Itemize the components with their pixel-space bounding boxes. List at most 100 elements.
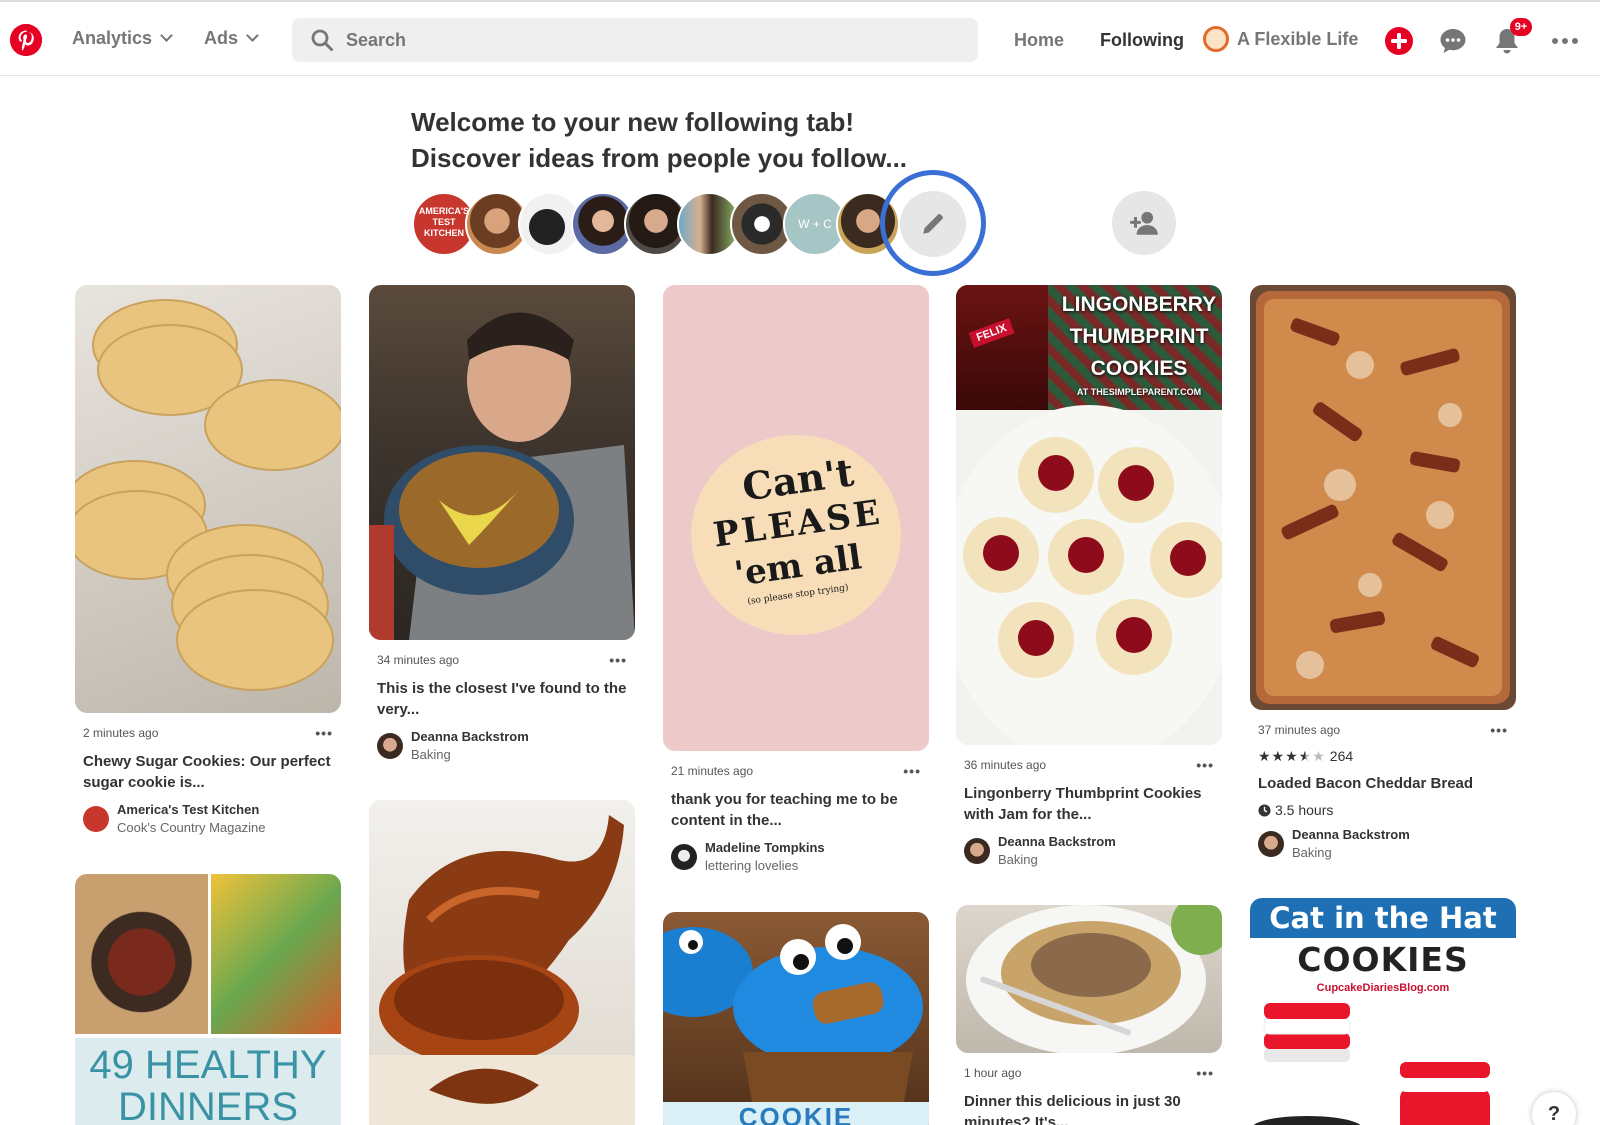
banner-line-2: DINNERS xyxy=(117,1085,299,1125)
avatar xyxy=(964,838,990,864)
pin-card: FELIX LINGONBERRY THUMBPRINT COOKIES AT … xyxy=(956,285,1222,869)
avatar[interactable] xyxy=(836,192,900,256)
create-pin-button[interactable] xyxy=(1384,26,1414,56)
profile-link[interactable]: A Flexible Life xyxy=(1203,26,1358,52)
pin-more-button[interactable]: ••• xyxy=(1196,1065,1214,1081)
pin-attribution[interactable]: Deanna Backstrom Baking xyxy=(1258,826,1508,862)
pin-image[interactable] xyxy=(956,905,1222,1053)
avatar xyxy=(83,806,109,832)
pin-title[interactable]: This is the closest I've found to the ve… xyxy=(377,678,627,720)
welcome-line-1: Welcome to your new following tab! xyxy=(411,107,854,137)
welcome-heading: Welcome to your new following tab! Disco… xyxy=(411,104,907,176)
pin-time-row: 1 hour ago ••• xyxy=(964,1065,1214,1081)
pin-time-row: 21 minutes ago ••• xyxy=(671,763,921,779)
pin-user-name: Madeline Tompkins xyxy=(705,840,825,855)
banner-line-1: 49 HEALTHY xyxy=(89,1043,327,1087)
soup-photo-illustration xyxy=(369,312,635,640)
analytics-dropdown[interactable]: Analytics xyxy=(72,28,173,49)
pin-card: COOKIE MONSTER xyxy=(663,912,929,1125)
more-options-button[interactable] xyxy=(1550,26,1580,56)
avatar-text: AMERICA'S TEST KITCHEN xyxy=(418,206,470,238)
sugar-cookies-illustration xyxy=(75,299,341,691)
add-user-icon xyxy=(1130,211,1158,235)
avatar xyxy=(377,733,403,759)
pin-attribution[interactable]: Deanna Backstrom Baking xyxy=(377,728,627,764)
notification-badge: 9+ xyxy=(1510,18,1532,36)
pin-attribution[interactable]: Deanna Backstrom Baking xyxy=(964,833,1214,869)
top-nav: Analytics Ads Home Following A Flexible … xyxy=(0,2,1600,76)
pin-user-name: America's Test Kitchen xyxy=(117,802,260,817)
pin-more-button[interactable]: ••• xyxy=(609,652,627,668)
pin-image[interactable]: Can't PLEASE 'em all (so please stop try… xyxy=(663,285,929,751)
rating-stars: ★★★★★ 264 xyxy=(1258,748,1508,765)
stars-filled: ★★★ xyxy=(1258,748,1299,764)
following-link[interactable]: Following xyxy=(1100,30,1184,51)
cat-in-hat-cookies-illustration xyxy=(1253,1003,1490,1125)
pin-board-name: Cook's Country Magazine xyxy=(117,820,266,835)
pin-card xyxy=(369,800,635,1125)
profile-name: A Flexible Life xyxy=(1237,28,1359,49)
avatar xyxy=(671,844,697,870)
pin-image[interactable]: FELIX LINGONBERRY THUMBPRINT COOKIES AT … xyxy=(956,285,1222,745)
pin-user-name: Deanna Backstrom xyxy=(1292,827,1410,842)
chili-bowl-photo xyxy=(75,874,208,1034)
avatar xyxy=(1203,26,1229,52)
casserole-photo xyxy=(211,874,341,1034)
clock-icon xyxy=(1258,803,1271,817)
plus-icon xyxy=(1385,27,1413,55)
thumbprint-cookies-illustration xyxy=(956,405,1222,745)
pin-more-button[interactable]: ••• xyxy=(1490,722,1508,738)
chicken-drumstick-illustration xyxy=(369,815,635,1125)
pin-time: 37 minutes ago xyxy=(1258,723,1341,737)
chevron-down-icon xyxy=(246,29,259,42)
stroganoff-plate-illustration xyxy=(966,905,1222,1053)
home-link[interactable]: Home xyxy=(1014,30,1064,51)
help-button[interactable]: ? xyxy=(1532,1092,1576,1125)
pin-image[interactable]: 49 HEALTHY DINNERS xyxy=(75,874,341,1125)
search-icon xyxy=(311,29,333,51)
cook-time-value: 3.5 hours xyxy=(1275,802,1334,818)
pin-more-button[interactable]: ••• xyxy=(315,725,333,741)
pin-board-name: lettering lovelies xyxy=(705,858,799,873)
add-people-button[interactable] xyxy=(1112,191,1176,255)
bacon-cheddar-bread-illustration xyxy=(1256,291,1510,704)
pencil-icon xyxy=(923,214,943,234)
pin-title[interactable]: Chewy Sugar Cookies: Our perfect sugar c… xyxy=(83,751,333,793)
pin-more-button[interactable]: ••• xyxy=(903,763,921,779)
lettering-text: Can't PLEASE 'em all (so please stop try… xyxy=(703,449,893,607)
pinterest-logo[interactable] xyxy=(10,24,42,56)
pin-title[interactable]: Lingonberry Thumbprint Cookies with Jam … xyxy=(964,783,1214,825)
pin-image[interactable]: Cat in the Hat COOKIES CupcakeDiariesBlo… xyxy=(1250,898,1516,1125)
pin-time-row: 34 minutes ago ••• xyxy=(377,652,627,668)
pin-image[interactable] xyxy=(369,285,635,640)
rating-count: 264 xyxy=(1329,748,1354,764)
avatar xyxy=(1258,831,1284,857)
pin-more-button[interactable]: ••• xyxy=(1196,757,1214,773)
pin-attribution[interactable]: America's Test Kitchen Cook's Country Ma… xyxy=(83,801,333,837)
search-bar[interactable] xyxy=(292,18,978,62)
star-empty: ★ xyxy=(1312,748,1326,764)
star-half: ★ xyxy=(1298,748,1313,764)
pin-title[interactable]: Dinner this delicious in just 30 minutes… xyxy=(964,1091,1214,1125)
pin-time: 36 minutes ago xyxy=(964,758,1047,772)
pinterest-p-icon xyxy=(10,24,42,56)
pin-card: 1 hour ago ••• Dinner this delicious in … xyxy=(956,905,1222,1125)
pin-image[interactable]: COOKIE MONSTER xyxy=(663,912,929,1125)
edit-following-button[interactable] xyxy=(900,191,966,257)
pin-title[interactable]: Loaded Bacon Cheddar Bread xyxy=(1258,773,1508,794)
ads-label: Ads xyxy=(204,28,239,48)
messages-button[interactable] xyxy=(1438,26,1468,56)
pin-image[interactable] xyxy=(1250,285,1516,710)
avatar-text: W + C xyxy=(798,217,832,231)
pin-board-name: Baking xyxy=(1292,845,1332,860)
pin-image[interactable] xyxy=(75,285,341,713)
search-input[interactable] xyxy=(346,29,946,51)
pin-card: 2 minutes ago ••• Chewy Sugar Cookies: O… xyxy=(75,285,341,837)
pin-title[interactable]: thank you for teaching me to be content … xyxy=(671,789,921,831)
pin-image[interactable] xyxy=(369,800,635,1125)
pin-time: 34 minutes ago xyxy=(377,653,460,667)
pin-user-name: Deanna Backstrom xyxy=(411,729,529,744)
ads-dropdown[interactable]: Ads xyxy=(204,28,259,49)
pin-card: 49 HEALTHY DINNERS xyxy=(75,874,341,1125)
pin-attribution[interactable]: Madeline Tompkins lettering lovelies xyxy=(671,839,921,875)
